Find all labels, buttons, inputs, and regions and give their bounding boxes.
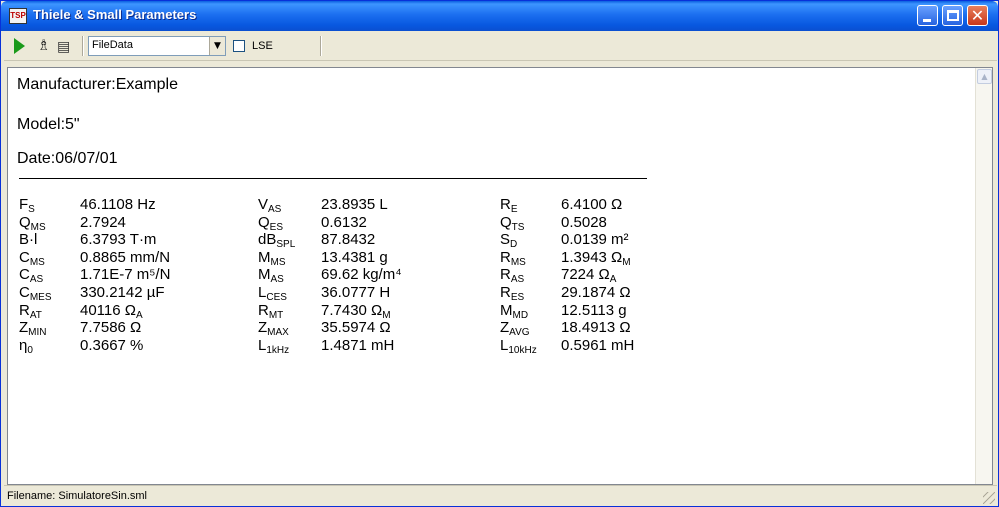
parameter-value: 1.4871 mH bbox=[321, 336, 395, 354]
parameter-symbol: RMS bbox=[500, 248, 526, 268]
parameter-value: 46.1108 Hz bbox=[80, 196, 156, 213]
window-title: Thiele & Small Parameters bbox=[33, 7, 197, 22]
manufacturer-text: Manufacturer:Example bbox=[17, 76, 178, 93]
parameter-value: 13.4381 g bbox=[321, 248, 388, 266]
main-window: TSP Thiele & Small Parameters ✕ ♗ ▤ File… bbox=[0, 0, 999, 507]
parameter-value: 29.1874 Ω bbox=[561, 284, 631, 301]
parameter-symbol: QMS bbox=[19, 213, 46, 233]
maximize-icon bbox=[947, 10, 959, 21]
parameter-value: 0.5961 mH bbox=[561, 336, 635, 354]
parameter-symbol: RAS bbox=[500, 266, 525, 286]
chevron-down-icon[interactable]: ▼ bbox=[209, 37, 225, 55]
minimize-icon bbox=[923, 19, 931, 22]
lse-checkbox[interactable] bbox=[233, 40, 245, 52]
maximize-button[interactable] bbox=[942, 5, 963, 26]
export-icon[interactable]: ▤ bbox=[57, 38, 73, 54]
parameter-value: 0.5028 bbox=[561, 213, 607, 231]
parameter-symbol: LCES bbox=[258, 284, 287, 303]
parameter-symbol: MAS bbox=[258, 266, 284, 286]
status-bar: Filename: SimulatoreSin.sml bbox=[4, 485, 997, 506]
parameter-symbol: ZMIN bbox=[19, 319, 47, 339]
minimize-button[interactable] bbox=[917, 5, 938, 26]
parameter-value: 0.0139 m² bbox=[561, 231, 629, 249]
parameter-value: 7.7586 Ω bbox=[80, 319, 142, 337]
divider bbox=[19, 178, 647, 179]
parameter-value: 35.5974 Ω bbox=[321, 319, 391, 337]
parameter-value: 7.7430 ΩM bbox=[321, 301, 391, 321]
scroll-up-icon[interactable]: ▲ bbox=[977, 69, 992, 84]
toolbar-separator bbox=[320, 36, 322, 56]
filename-status: Filename: SimulatoreSin.sml bbox=[7, 490, 147, 502]
parameter-value: 0.6132 bbox=[321, 213, 367, 231]
parameters-view[interactable]: Manufacturer:Example Model:5" Date:06/07… bbox=[7, 67, 993, 485]
parameter-symbol: CMS bbox=[19, 248, 45, 268]
parameter-symbol: ZMAX bbox=[258, 319, 289, 339]
parameter-value: 1.3943 ΩM bbox=[561, 248, 631, 268]
parameter-value: 40116 ΩA bbox=[80, 301, 143, 321]
parameter-value: 18.4913 Ω bbox=[561, 319, 631, 337]
close-button[interactable]: ✕ bbox=[967, 5, 988, 26]
parameter-value: 330.2142 µF bbox=[80, 284, 165, 301]
run-button[interactable] bbox=[14, 38, 25, 54]
user-icon[interactable]: ♗ bbox=[37, 38, 53, 54]
vertical-scrollbar[interactable]: ▲ bbox=[975, 68, 992, 484]
parameter-symbol: RES bbox=[500, 284, 525, 303]
parameter-symbol: CAS bbox=[19, 266, 44, 286]
parameter-symbol: ZAVG bbox=[500, 319, 530, 339]
parameter-symbol: RMT bbox=[258, 301, 284, 321]
toolbar: ♗ ▤ FileData ▼ LSE bbox=[4, 31, 997, 61]
close-icon: ✕ bbox=[970, 6, 985, 25]
parameter-value: 87.8432 bbox=[321, 231, 376, 249]
parameter-symbol: B·l bbox=[19, 231, 38, 249]
parameter-symbol: QES bbox=[258, 213, 284, 233]
parameter-symbol: η0 bbox=[19, 336, 33, 356]
parameter-symbol: L10kHz bbox=[500, 336, 537, 356]
parameter-symbol: CMES bbox=[19, 284, 52, 303]
parameter-symbol: dBSPL bbox=[258, 231, 296, 251]
parameter-value: 36.0777 H bbox=[321, 284, 391, 301]
parameter-symbol: VAS bbox=[258, 196, 282, 215]
app-icon[interactable]: TSP bbox=[9, 8, 27, 24]
parameter-value: 6.3793 T·m bbox=[80, 231, 157, 249]
parameter-value: 1.71E-7 m⁵/N bbox=[80, 266, 171, 284]
model-text: Model:5" bbox=[17, 116, 80, 133]
resize-grip-icon[interactable] bbox=[983, 492, 995, 504]
parameter-symbol: QTS bbox=[500, 213, 525, 233]
parameter-value: 0.8865 mm/N bbox=[80, 248, 171, 266]
parameter-value: 23.8935 L bbox=[321, 196, 388, 213]
title-bar[interactable]: TSP Thiele & Small Parameters ✕ bbox=[1, 1, 998, 31]
parameter-value: 69.62 kg/m⁴ bbox=[321, 266, 402, 284]
data-source-select[interactable]: FileData ▼ bbox=[88, 36, 226, 56]
data-source-value: FileData bbox=[92, 39, 133, 51]
parameter-value: 2.7924 bbox=[80, 213, 126, 231]
parameter-value: 0.3667 % bbox=[80, 336, 144, 354]
parameter-symbol: RAT bbox=[19, 301, 42, 321]
toolbar-separator bbox=[82, 36, 84, 56]
date-text: Date:06/07/01 bbox=[17, 150, 118, 167]
parameter-value: 12.5113 g bbox=[561, 301, 627, 319]
lse-checkbox-label[interactable]: LSE bbox=[252, 40, 273, 52]
parameter-value: 7224 ΩA bbox=[561, 266, 617, 286]
parameter-symbol: MMS bbox=[258, 248, 286, 268]
parameter-value: 6.4100 Ω bbox=[561, 196, 623, 213]
parameter-symbol: RE bbox=[500, 196, 518, 215]
parameter-symbol: L1kHz bbox=[258, 336, 290, 356]
parameter-symbol: SD bbox=[500, 231, 518, 251]
parameter-symbol: FS bbox=[19, 196, 35, 215]
parameter-symbol: MMD bbox=[500, 301, 529, 321]
